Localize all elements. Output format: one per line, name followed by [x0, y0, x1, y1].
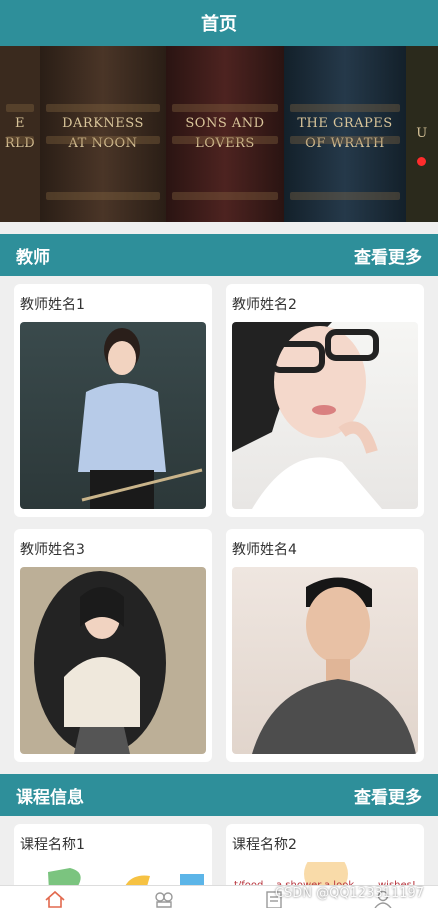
watermark-text: CSDN @QQ123311197	[274, 886, 424, 901]
teacher-name: 教师姓名2	[232, 297, 297, 313]
teacher-photo	[20, 322, 206, 509]
teacher-photo	[232, 567, 418, 754]
banner-book: THE GRAPES OF WRATH	[284, 46, 406, 222]
banner-book: U	[406, 46, 438, 222]
home-icon	[45, 890, 65, 908]
bottom-tab-bar: CSDN @QQ123311197	[0, 885, 438, 911]
teacher-name: 教师姓名1	[20, 297, 85, 313]
teacher-section-header: 教师 查看更多	[0, 234, 438, 276]
teacher-card[interactable]: 教师姓名4	[226, 529, 424, 762]
teacher-grid: 教师姓名1 教师姓名2 教师姓名3 教师姓名4	[0, 276, 438, 774]
section-title: 教师	[16, 247, 50, 268]
home-page: 首页 E RLD DARKNESS AT NOON SONS AND LOVERS T…	[0, 0, 438, 911]
course-name: 课程名称1	[20, 837, 85, 853]
category-icon	[155, 891, 173, 908]
teacher-name: 教师姓名4	[232, 542, 297, 558]
view-more-link[interactable]: 查看更多	[354, 783, 422, 808]
tab-home[interactable]	[43, 889, 67, 909]
teacher-card[interactable]: 教师姓名3	[14, 529, 212, 762]
teacher-photo	[20, 567, 206, 754]
teacher-photo	[232, 322, 418, 509]
banner-book: DARKNESS AT NOON	[40, 46, 166, 222]
course-name: 课程名称2	[232, 837, 297, 853]
teacher-card[interactable]: 教师姓名2	[226, 284, 424, 517]
course-section-header: 课程信息 查看更多	[0, 774, 438, 816]
tab-category[interactable]	[152, 889, 176, 909]
top-header: 首页	[0, 0, 438, 46]
section-title: 课程信息	[16, 787, 84, 808]
carousel-indicator-dot[interactable]	[417, 157, 426, 166]
banner-carousel[interactable]: E RLD DARKNESS AT NOON SONS AND LOVERS THE …	[0, 46, 438, 222]
teacher-card[interactable]: 教师姓名1	[14, 284, 212, 517]
page-title: 首页	[201, 14, 237, 35]
teacher-name: 教师姓名3	[20, 542, 85, 558]
banner-book: SONS AND LOVERS	[166, 46, 284, 222]
banner-book: E RLD	[0, 46, 40, 222]
view-more-link[interactable]: 查看更多	[354, 243, 422, 268]
